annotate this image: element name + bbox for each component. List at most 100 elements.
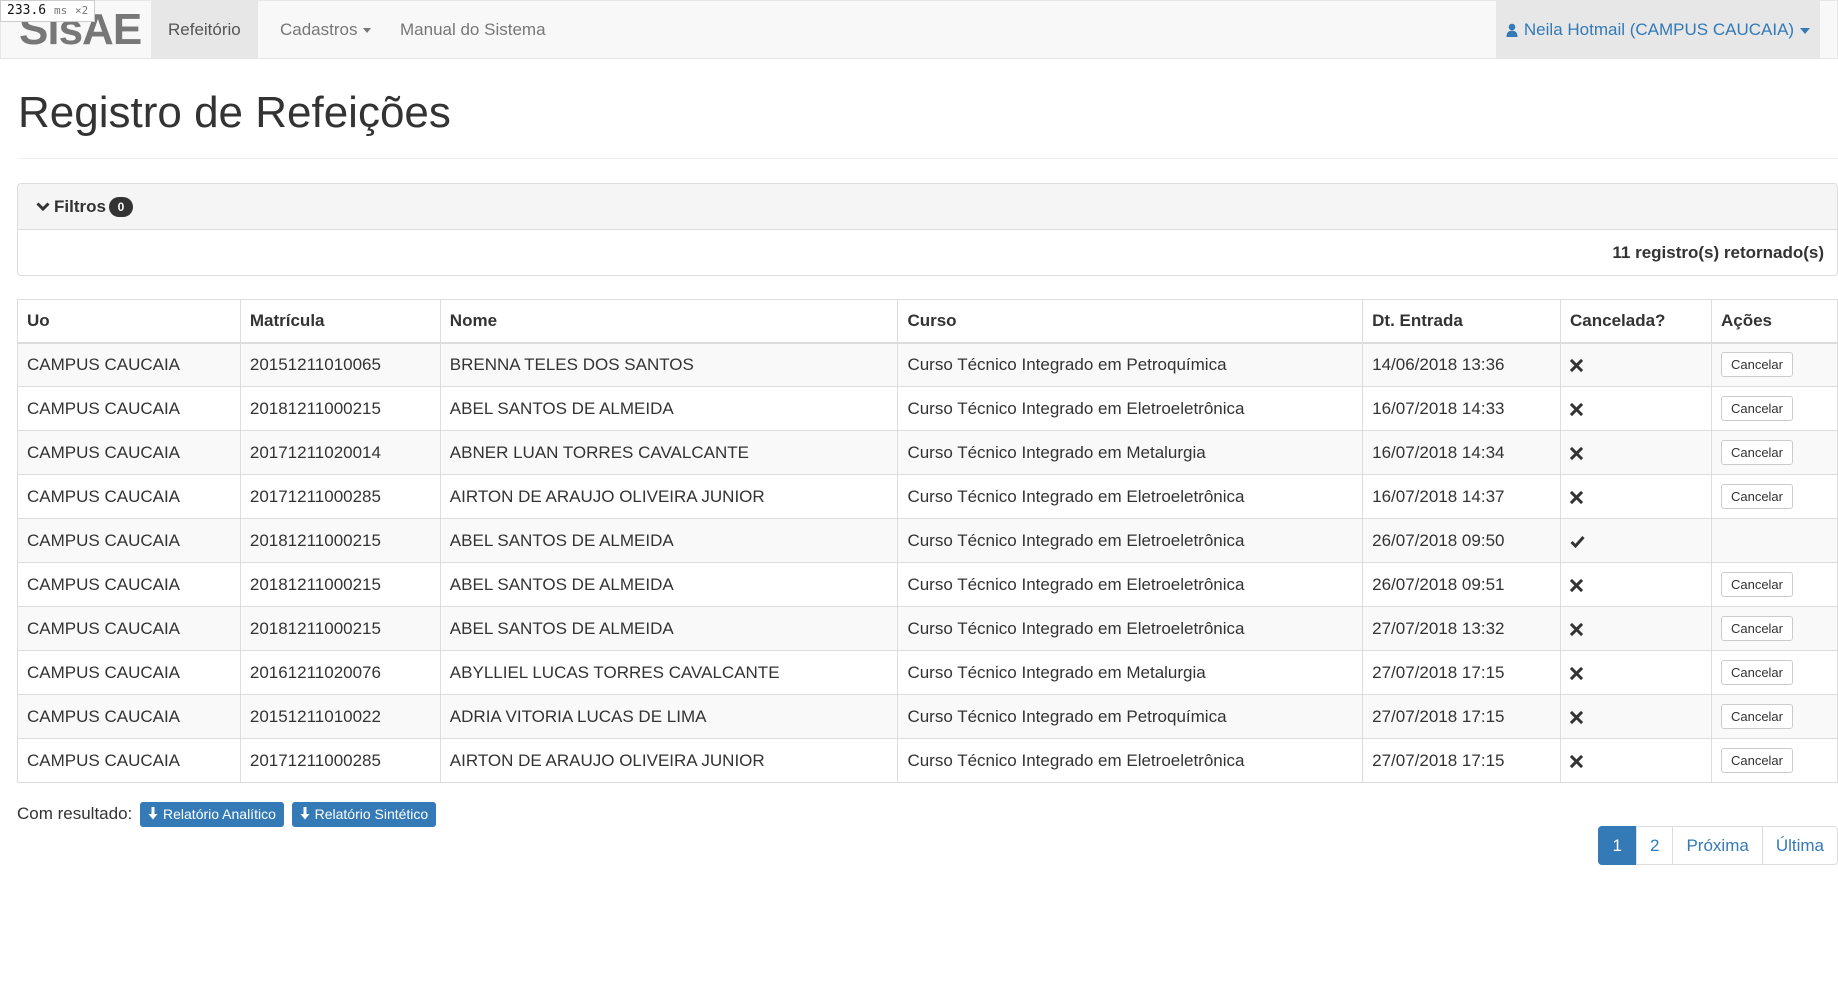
- next-page-link[interactable]: Próxima: [1672, 826, 1763, 865]
- table-row: CAMPUS CAUCAIA 20171211020014 ABNER LUAN T…: [17, 430, 1838, 475]
- cancel-button[interactable]: Cancelar: [1720, 484, 1793, 509]
- pagination: 1 2 Próxima Última: [1597, 826, 1838, 865]
- cell-nome: ABEL SANTOS DE ALMEIDA: [439, 606, 899, 651]
- cancel-button[interactable]: Cancelar: [1720, 352, 1793, 378]
- cell-acoes: Cancelar: [1710, 474, 1838, 519]
- table-row: CAMPUS CAUCAIA 20181211000215 ABEL SANTOS …: [17, 386, 1838, 431]
- column-header-curso[interactable]: Curso: [897, 299, 1364, 344]
- report-actions: Com resultado: Relatório Analítico Relat…: [17, 802, 437, 828]
- cell-cancelada: [1560, 694, 1712, 739]
- cell-nome: ADRIA VITORIA LUCAS DE LIMA: [439, 694, 899, 739]
- filters-panel: Filtros 0 11 registro(s) retornado(s): [17, 183, 1838, 276]
- cell-matricula: 20151211010022: [239, 694, 441, 739]
- column-header-matricula[interactable]: Matrícula: [239, 299, 441, 344]
- cancel-button[interactable]: Cancelar: [1720, 572, 1793, 597]
- page-link-1[interactable]: 1: [1597, 826, 1637, 865]
- cell-uo: CAMPUS CAUCAIA: [17, 738, 241, 783]
- column-header-acoes: Ações: [1710, 299, 1838, 344]
- cell-nome: AIRTON DE ARAUJO OLIVEIRA JUNIOR: [439, 474, 899, 519]
- synthetic-report-button[interactable]: Relatório Sintético: [291, 802, 437, 828]
- cell-entrada: 14/06/2018 13:36: [1362, 342, 1562, 387]
- cancel-button[interactable]: Cancelar: [1720, 660, 1793, 685]
- cell-curso: Curso Técnico Integrado em Eletroeletrôn…: [897, 606, 1364, 651]
- cell-uo: CAMPUS CAUCAIA: [17, 386, 241, 431]
- last-page-link[interactable]: Última: [1761, 826, 1838, 865]
- times-icon: [1570, 666, 1584, 680]
- cell-entrada: 27/07/2018 13:32: [1362, 606, 1562, 651]
- cell-matricula: 20171211000285: [239, 474, 441, 519]
- cell-uo: CAMPUS CAUCAIA: [17, 518, 241, 563]
- cell-nome: BRENNA TELES DOS SANTOS: [439, 342, 899, 387]
- cell-entrada: 26/07/2018 09:51: [1362, 562, 1562, 607]
- cell-cancelada: [1560, 430, 1712, 475]
- nav-item-refeitorio[interactable]: Refeitório: [151, 1, 258, 59]
- cell-uo: CAMPUS CAUCAIA: [17, 562, 241, 607]
- cell-matricula: 20161211020076: [239, 650, 441, 695]
- cancel-button[interactable]: Cancelar: [1720, 748, 1793, 773]
- cell-uo: CAMPUS CAUCAIA: [17, 474, 241, 519]
- cancel-button[interactable]: Cancelar: [1720, 616, 1793, 641]
- cell-uo: CAMPUS CAUCAIA: [17, 650, 241, 695]
- cell-uo: CAMPUS CAUCAIA: [17, 694, 241, 739]
- cell-curso: Curso Técnico Integrado em Eletroeletrôn…: [897, 518, 1364, 563]
- synthetic-report-label: Relatório Sintético: [314, 806, 429, 823]
- cell-entrada: 26/07/2018 09:50: [1362, 518, 1562, 563]
- cell-matricula: 20171211020014: [239, 430, 441, 475]
- table-row: CAMPUS CAUCAIA 20181211000215 ABEL SANTOS …: [17, 518, 1838, 563]
- cell-acoes: Cancelar: [1710, 562, 1838, 607]
- user-menu[interactable]: Neila Hotmail (CAMPUS CAUCAIA): [1496, 1, 1820, 59]
- cell-matricula: 20181211000215: [239, 386, 441, 431]
- filters-toggle[interactable]: Filtros 0: [18, 184, 1837, 230]
- column-header-nome[interactable]: Nome: [439, 299, 899, 344]
- cell-acoes: Cancelar: [1710, 694, 1838, 739]
- cell-nome: AIRTON DE ARAUJO OLIVEIRA JUNIOR: [439, 738, 899, 783]
- page-link-2[interactable]: 2: [1636, 826, 1674, 865]
- cell-curso: Curso Técnico Integrado em Metalurgia: [897, 650, 1364, 695]
- cancel-button[interactable]: Cancelar: [1720, 396, 1793, 421]
- cancel-button[interactable]: Cancelar: [1720, 704, 1793, 729]
- cell-entrada: 16/07/2018 14:33: [1362, 386, 1562, 431]
- column-header-entrada[interactable]: Dt. Entrada: [1362, 299, 1562, 344]
- nav-item-manual[interactable]: Manual do Sistema: [383, 1, 563, 59]
- cell-curso: Curso Técnico Integrado em Petroquímica: [897, 342, 1364, 387]
- analytic-report-label: Relatório Analítico: [163, 806, 276, 823]
- cancel-button[interactable]: Cancelar: [1720, 440, 1793, 465]
- nav-item-cadastros[interactable]: Cadastros: [263, 1, 388, 59]
- times-icon: [1570, 754, 1584, 768]
- table-row: CAMPUS CAUCAIA 20151211010022 ADRIA VITORI…: [17, 694, 1838, 739]
- download-icon: [300, 807, 310, 820]
- times-icon: [1570, 446, 1584, 460]
- table-row: CAMPUS CAUCAIA 20181211000215 ABEL SANTOS …: [17, 562, 1838, 607]
- cell-acoes: [1710, 518, 1838, 563]
- filters-label: Filtros: [54, 197, 106, 216]
- cell-entrada: 27/07/2018 17:15: [1362, 738, 1562, 783]
- page-title: Registro de Refeições: [18, 88, 451, 137]
- table-row: CAMPUS CAUCAIA 20151211010065 BRENNA TELES…: [17, 342, 1838, 387]
- cell-acoes: Cancelar: [1710, 650, 1838, 695]
- results-count: 11 registro(s) retornado(s): [1612, 243, 1824, 262]
- cell-cancelada: [1560, 650, 1712, 695]
- cell-curso: Curso Técnico Integrado em Petroquímica: [897, 694, 1364, 739]
- cell-cancelada: [1560, 386, 1712, 431]
- check-icon: [1570, 535, 1585, 548]
- column-header-uo[interactable]: Uo: [17, 299, 241, 344]
- column-header-cancelada[interactable]: Cancelada?: [1560, 299, 1712, 344]
- caret-down-icon: [1800, 27, 1811, 34]
- times-icon: [1570, 710, 1584, 724]
- table-row: CAMPUS CAUCAIA 20171211000285 AIRTON DE AR…: [17, 738, 1838, 783]
- navbar: SisAE Refeitório Cadastros Manual do Sis…: [0, 0, 1838, 59]
- nav-item-cadastros-label: Cadastros: [280, 20, 358, 39]
- table-body: CAMPUS CAUCAIA 20151211010065 BRENNA TELES…: [17, 342, 1838, 783]
- results-label: Com resultado:: [17, 804, 133, 823]
- cell-cancelada: [1560, 562, 1712, 607]
- times-icon: [1570, 402, 1584, 416]
- cell-nome: ABEL SANTOS DE ALMEIDA: [439, 562, 899, 607]
- cell-matricula: 20181211000215: [239, 562, 441, 607]
- table-row: CAMPUS CAUCAIA 20181211000215 ABEL SANTOS …: [17, 606, 1838, 651]
- cell-curso: Curso Técnico Integrado em Eletroeletrôn…: [897, 386, 1364, 431]
- cell-curso: Curso Técnico Integrado em Metalurgia: [897, 430, 1364, 475]
- analytic-report-button[interactable]: Relatório Analítico: [140, 802, 284, 828]
- cell-matricula: 20181211000215: [239, 606, 441, 651]
- perf-unit: ms: [53, 4, 68, 17]
- download-icon: [148, 807, 158, 820]
